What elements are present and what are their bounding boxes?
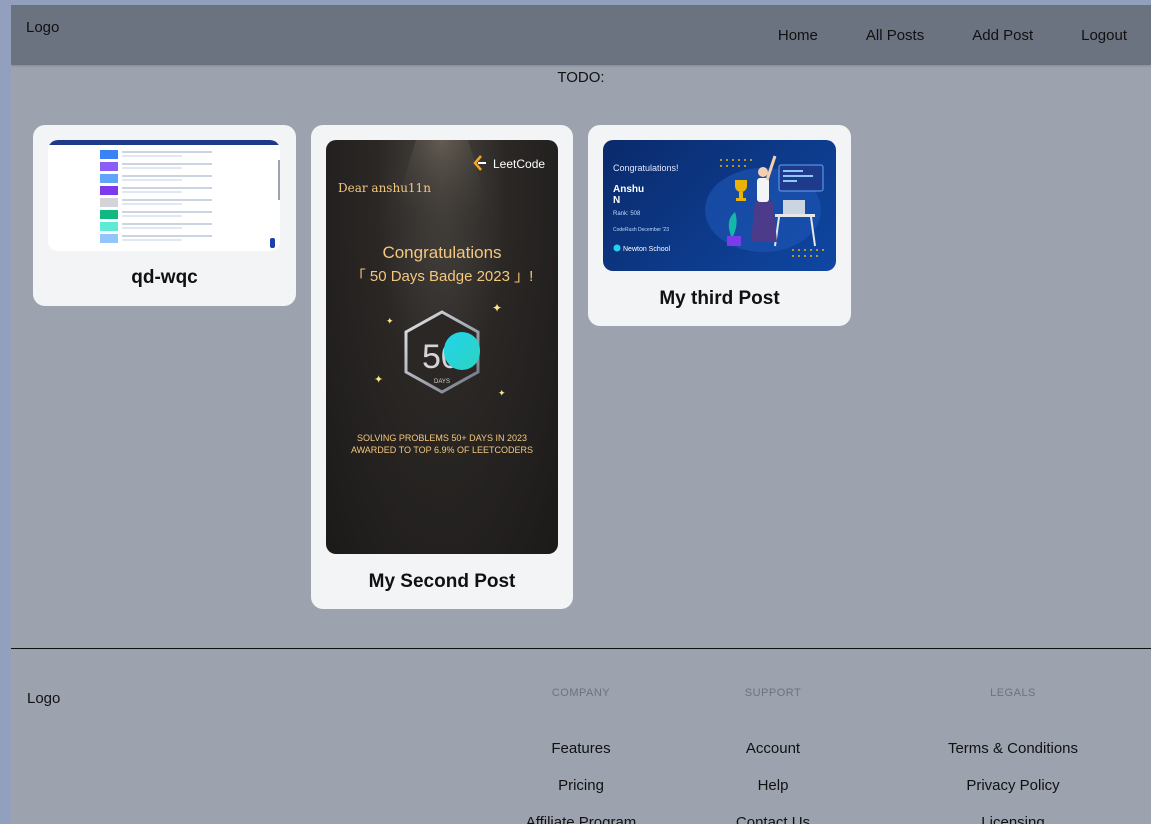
navbar: Logo Home All Posts Add Post Logout	[11, 5, 1151, 65]
post-image	[48, 140, 280, 251]
footer-heading: Support	[744, 687, 802, 699]
footer-link-features[interactable]: Features	[481, 739, 681, 759]
svg-text:AWARDED TO TOP 6.9% OF LEETCOD: AWARDED TO TOP 6.9% OF LEETCODERS	[351, 445, 533, 455]
newton-certificate-image: Congratulations! Anshu N Rank: 508 CodeR…	[613, 155, 824, 257]
post-image: Congratulations! Anshu N Rank: 508 CodeR…	[603, 140, 836, 271]
footer-column-legals: Legals Terms & Conditions Privacy Policy…	[913, 687, 1113, 824]
footer-link-licensing[interactable]: Licensing	[913, 813, 1113, 824]
footer-divider	[11, 648, 1151, 649]
footer-link-terms[interactable]: Terms & Conditions	[913, 739, 1113, 759]
sparkle-icon: ✦	[498, 388, 506, 398]
todo-text: TODO:	[557, 69, 605, 86]
post-title[interactable]: My third Post	[588, 288, 851, 310]
badge-sub: DAYS	[434, 379, 450, 385]
post-card[interactable]: qd-wqc	[33, 125, 296, 306]
svg-text:Newton School: Newton School	[623, 246, 671, 253]
sparkle-icon: ✦	[492, 301, 502, 315]
post-title[interactable]: qd-wqc	[33, 267, 296, 289]
app-frame: Logo Home All Posts Add Post Logout TODO…	[11, 5, 1151, 824]
svg-text:CodeRush December '23: CodeRush December '23	[613, 227, 669, 233]
footer-column-company: Company Features Pricing Affiliate Progr…	[481, 687, 681, 824]
logo[interactable]: Logo	[26, 19, 59, 36]
svg-text:Dear anshu11n: Dear anshu11n	[338, 181, 431, 195]
footer-heading: Legals	[990, 687, 1036, 699]
svg-text:Congratulations: Congratulations	[382, 243, 501, 262]
nav-home[interactable]: Home	[754, 23, 842, 48]
post-card[interactable]: Congratulations! Anshu N Rank: 508 CodeR…	[588, 125, 851, 326]
nav-add-post[interactable]: Add Post	[948, 23, 1057, 48]
footer-logo[interactable]: Logo	[27, 690, 60, 707]
svg-text:Rank: 508: Rank: 508	[613, 211, 641, 217]
svg-text:Anshu: Anshu	[613, 184, 644, 195]
newton-logo-icon	[613, 244, 621, 252]
footer-heading: Company	[551, 687, 611, 699]
sparkle-icon: ✦	[374, 374, 383, 386]
post-card[interactable]: LeetCode Dear anshu11n Congratulations 「…	[311, 125, 573, 609]
svg-text:Congratulations!: Congratulations!	[613, 163, 679, 173]
footer-link-contact-us[interactable]: Contact Us	[673, 813, 873, 824]
post-image: LeetCode Dear anshu11n Congratulations 「…	[326, 140, 558, 554]
footer-link-account[interactable]: Account	[673, 739, 873, 759]
footer-column-support: Support Account Help Contact Us	[673, 687, 873, 824]
post-title[interactable]: My Second Post	[311, 571, 573, 593]
footer-link-help[interactable]: Help	[673, 776, 873, 796]
nav-menu: Home All Posts Add Post Logout	[754, 23, 1151, 48]
svg-text:「 50 Days Badge 2023 」!: 「 50 Days Badge 2023 」!	[351, 268, 534, 285]
footer-link-affiliate-program[interactable]: Affiliate Program	[481, 813, 681, 824]
svg-text:SOLVING PROBLEMS 50+ DAYS IN 2: SOLVING PROBLEMS 50+ DAYS IN 2023	[357, 433, 527, 443]
nav-logout[interactable]: Logout	[1057, 23, 1151, 48]
screenshot-thumbnail-icon	[48, 140, 280, 251]
footer-link-privacy-policy[interactable]: Privacy Policy	[913, 776, 1113, 796]
sparkle-icon: ✦	[386, 316, 394, 326]
leetcode-logo-icon	[473, 155, 486, 171]
svg-text:LeetCode: LeetCode	[493, 157, 545, 171]
nav-all-posts[interactable]: All Posts	[842, 23, 948, 48]
footer-link-pricing[interactable]: Pricing	[481, 776, 681, 796]
svg-text:N: N	[613, 195, 620, 206]
leetcode-badge-image: LeetCode Dear anshu11n Congratulations 「…	[338, 140, 545, 455]
